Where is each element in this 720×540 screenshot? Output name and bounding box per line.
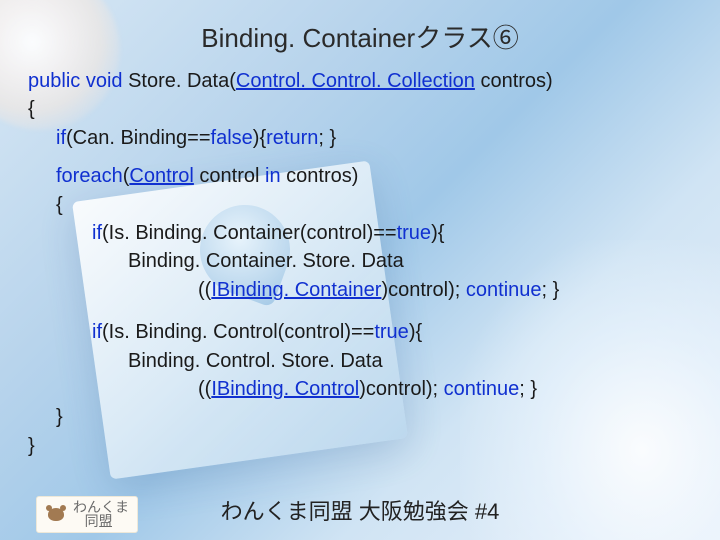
code-text: (( bbox=[198, 378, 211, 400]
code-block: public void Store. Data(Control. Control… bbox=[0, 55, 720, 460]
type-link: IBinding. Control bbox=[211, 378, 359, 400]
code-text: (( bbox=[198, 279, 211, 301]
code-text: ){ bbox=[409, 321, 422, 343]
keyword-public: public bbox=[28, 70, 80, 92]
code-text: Store. Data( bbox=[123, 70, 236, 92]
code-line: { bbox=[28, 95, 692, 123]
code-line: Binding. Control. Store. Data bbox=[28, 347, 692, 375]
keyword-return: return bbox=[266, 127, 318, 149]
code-line: ((IBinding. Control)control); continue; … bbox=[28, 375, 692, 403]
code-text: (Can. Binding== bbox=[66, 127, 211, 149]
code-line: Binding. Container. Store. Data bbox=[28, 247, 692, 275]
keyword-in: in bbox=[265, 165, 281, 187]
code-text: (Is. Binding. Control(control)== bbox=[102, 321, 374, 343]
keyword-void: void bbox=[80, 70, 122, 92]
slide: Binding. Containerクラス⑥ public void Store… bbox=[0, 0, 720, 540]
code-line: { bbox=[28, 191, 692, 219]
code-line: } bbox=[28, 403, 692, 431]
keyword-continue: continue bbox=[444, 378, 520, 400]
code-text: )control); bbox=[359, 378, 443, 400]
footer-text: わんくま同盟 大阪勉強会 #4 bbox=[0, 494, 720, 526]
keyword-if: if bbox=[56, 127, 66, 149]
code-text: contros) bbox=[475, 70, 553, 92]
keyword-true: true bbox=[397, 222, 431, 244]
code-text: contros) bbox=[281, 165, 359, 187]
code-text: ){ bbox=[431, 222, 444, 244]
code-line: if(Is. Binding. Container(control)==true… bbox=[28, 219, 692, 247]
keyword-true: true bbox=[374, 321, 408, 343]
code-text: control bbox=[194, 165, 265, 187]
code-text: )control); bbox=[381, 279, 465, 301]
keyword-continue: continue bbox=[466, 279, 542, 301]
keyword-if: if bbox=[92, 321, 102, 343]
code-text: ; } bbox=[519, 378, 537, 400]
code-text: ; } bbox=[318, 127, 336, 149]
code-text: ; } bbox=[542, 279, 560, 301]
keyword-foreach: foreach bbox=[56, 165, 123, 187]
slide-title: Binding. Containerクラス⑥ bbox=[0, 0, 720, 55]
type-link: Control bbox=[129, 165, 193, 187]
keyword-false: false bbox=[211, 127, 253, 149]
code-line: public void Store. Data(Control. Control… bbox=[28, 67, 692, 95]
code-line: foreach(Control control in contros) bbox=[28, 162, 692, 190]
type-link: Control. Control. Collection bbox=[236, 70, 475, 92]
code-text: (Is. Binding. Container(control)== bbox=[102, 222, 397, 244]
code-line: ((IBinding. Container)control); continue… bbox=[28, 276, 692, 304]
code-line: if(Is. Binding. Control(control)==true){ bbox=[28, 318, 692, 346]
code-text: ){ bbox=[253, 127, 266, 149]
code-line: } bbox=[28, 432, 692, 460]
keyword-if: if bbox=[92, 222, 102, 244]
code-line: if(Can. Binding==false){return; } bbox=[28, 124, 692, 152]
type-link: IBinding. Container bbox=[211, 279, 381, 301]
